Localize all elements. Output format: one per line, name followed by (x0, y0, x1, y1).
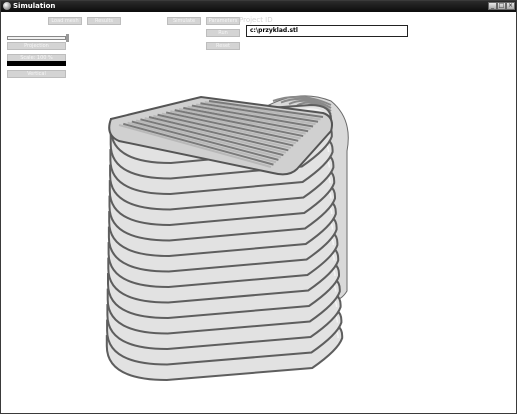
3d-viewport[interactable] (1, 1, 517, 415)
simulation-window: Simulation _ □ × Load mesh Results Simul… (0, 0, 517, 414)
heat-exchanger-coil-model (105, 95, 349, 382)
